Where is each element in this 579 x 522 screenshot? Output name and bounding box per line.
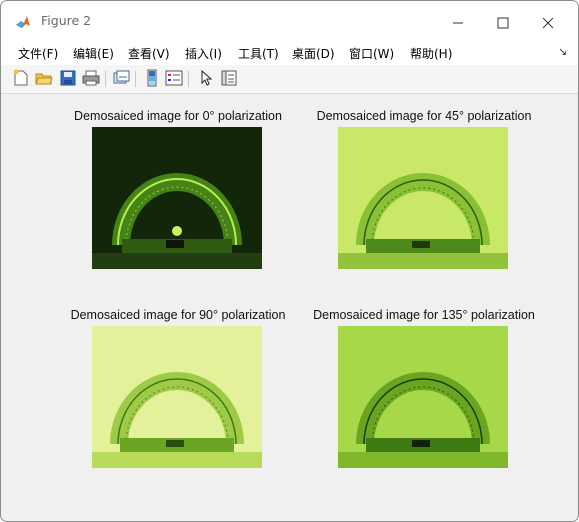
subplot-image-0[interactable] xyxy=(92,127,262,269)
maximize-button[interactable] xyxy=(480,8,526,38)
subplot-title-3: Demosaiced image for 135° polarization xyxy=(313,308,535,322)
subplot-image-3[interactable] xyxy=(338,326,508,468)
close-button[interactable] xyxy=(525,8,571,38)
figure-toolbar xyxy=(1,65,578,94)
menu-bar: 文件(F) 编辑(E) 查看(V) 插入(I) 工具(T) 桌面(D) 窗口(W… xyxy=(1,41,578,65)
property-inspector-icon[interactable] xyxy=(220,69,238,87)
menu-help[interactable]: 帮助(H) xyxy=(410,45,452,62)
figure-canvas: Demosaiced image for 0° polarization Dem… xyxy=(11,95,570,511)
matlab-logo-icon xyxy=(15,14,31,30)
menu-window[interactable]: 窗口(W) xyxy=(349,45,394,62)
menu-desktop[interactable]: 桌面(D) xyxy=(292,45,335,62)
subplot-image-1[interactable] xyxy=(338,127,508,269)
toolbar-separator xyxy=(105,71,106,87)
toolbar-separator xyxy=(135,71,136,87)
dock-figure-icon[interactable]: ↘ xyxy=(558,45,567,58)
toolbar-separator xyxy=(188,71,189,87)
window-title: Figure 2 xyxy=(41,13,92,28)
print-icon[interactable] xyxy=(82,69,100,87)
menu-view[interactable]: 查看(V) xyxy=(128,45,170,62)
link-plot-icon[interactable] xyxy=(112,69,130,87)
new-figure-icon[interactable] xyxy=(12,69,30,87)
minimize-button[interactable] xyxy=(435,8,481,38)
insert-colorbar-icon[interactable] xyxy=(143,69,161,87)
menu-insert[interactable]: 插入(I) xyxy=(185,45,222,62)
title-bar: Figure 2 xyxy=(1,1,578,41)
subplot-title-0: Demosaiced image for 0° polarization xyxy=(74,109,282,123)
open-file-icon[interactable] xyxy=(35,69,53,87)
figure-window: Figure 2 文件(F) 编辑(E) 查看(V) 插入(I) 工具(T) 桌… xyxy=(0,0,579,522)
menu-edit[interactable]: 编辑(E) xyxy=(73,45,114,62)
save-icon[interactable] xyxy=(59,69,77,87)
subplot-title-2: Demosaiced image for 90° polarization xyxy=(70,308,286,322)
edit-plot-arrow-icon[interactable] xyxy=(197,69,215,87)
insert-legend-icon[interactable] xyxy=(165,69,183,87)
menu-file[interactable]: 文件(F) xyxy=(18,45,58,62)
subplot-image-2[interactable] xyxy=(92,326,262,468)
menu-tools[interactable]: 工具(T) xyxy=(238,45,279,62)
subplot-title-1: Demosaiced image for 45° polarization xyxy=(316,109,532,123)
